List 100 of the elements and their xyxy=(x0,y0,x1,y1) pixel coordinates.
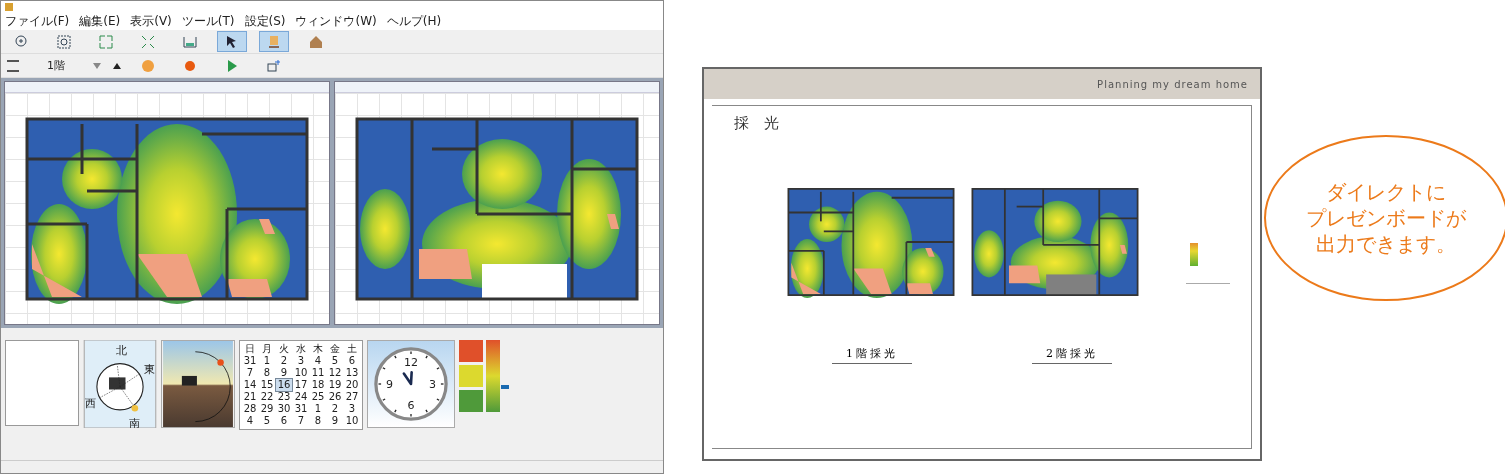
app-icon xyxy=(5,3,13,11)
calendar-day[interactable]: 7 xyxy=(293,415,309,427)
calendar-day[interactable]: 12 xyxy=(327,367,343,379)
calendar-day[interactable]: 6 xyxy=(344,355,360,367)
calendar-day[interactable]: 2 xyxy=(276,355,292,367)
direction-label: 北 xyxy=(116,344,128,358)
menu-icon[interactable] xyxy=(7,59,19,72)
calendar-day[interactable]: 8 xyxy=(259,367,275,379)
calendar-day[interactable]: 1 xyxy=(259,355,275,367)
menu-item[interactable]: ファイル(F) xyxy=(5,13,70,30)
weekday-label: 火 xyxy=(278,343,290,355)
weekday-label: 日 xyxy=(244,343,256,355)
down-caret-icon[interactable] xyxy=(93,62,101,69)
direction-label: 東 xyxy=(143,363,155,376)
calendar-day[interactable]: 18 xyxy=(310,379,326,391)
shrink-view-icon xyxy=(140,33,156,50)
calendar-day[interactable]: 21 xyxy=(242,391,258,403)
calendar-day[interactable]: 6 xyxy=(276,415,292,427)
weekday-label: 金 xyxy=(329,343,341,355)
calendar-day[interactable]: 8 xyxy=(310,415,326,427)
sunlight-patch xyxy=(925,247,935,257)
board-heading: 採 光 xyxy=(733,113,780,133)
lamp-icon xyxy=(266,33,282,50)
export-icon xyxy=(266,57,282,74)
calendar-day[interactable]: 24 xyxy=(293,391,309,403)
calendar-day[interactable]: 31 xyxy=(242,355,258,367)
calendar-day[interactable]: 4 xyxy=(242,415,258,427)
light-glow xyxy=(1034,200,1082,242)
plan-caption: 2階採光 xyxy=(1032,346,1112,364)
zoom-in-icon xyxy=(14,33,30,50)
fit-view-icon xyxy=(98,33,114,50)
sunlight-patch xyxy=(227,278,272,297)
sunlight-patch xyxy=(853,268,892,294)
calendar-day[interactable]: 13 xyxy=(344,367,360,379)
calendar-day[interactable]: 3 xyxy=(293,355,309,367)
calendar-day[interactable]: 27 xyxy=(344,391,360,403)
sunlight-patch xyxy=(791,262,821,294)
calendar-day[interactable]: 9 xyxy=(327,415,343,427)
ball-icon xyxy=(140,57,156,74)
clock-number: 9 xyxy=(386,377,394,391)
board-tagline: Planning my dream home xyxy=(1097,78,1248,90)
calendar-day[interactable]: 5 xyxy=(259,415,275,427)
menu-item[interactable]: ツール(T) xyxy=(181,13,235,30)
clock-number: 12 xyxy=(404,356,418,370)
void-area xyxy=(1046,274,1097,296)
up-caret-icon[interactable] xyxy=(113,62,121,69)
direction-label: 西 xyxy=(85,397,97,411)
direction-label: 南 xyxy=(129,416,141,428)
menu-item[interactable]: 表示(V) xyxy=(130,13,172,30)
calendar-day[interactable]: 4 xyxy=(310,355,326,367)
calendar-day[interactable]: 10 xyxy=(344,415,360,427)
calendar[interactable]: 日 月 火 水 木 金 土 31 1 2 3 4 5 6 7 8 9 10 11 12 13 14 15 16 17 18 19 20 21 22 23 24 25 26 27 28 29 30 31 1 2 3 4 5 6 7 8 9 10 xyxy=(239,340,363,430)
calendar-day[interactable]: 9 xyxy=(276,367,292,379)
callout-text: プレゼンボードが xyxy=(1306,205,1466,231)
weekday-label: 月 xyxy=(261,343,273,355)
callout-text: ダイレクトに xyxy=(1326,179,1446,205)
sunlight-patch xyxy=(1119,244,1127,254)
weekday-label: 土 xyxy=(346,343,358,355)
clock-number: 3 xyxy=(428,377,436,391)
calendar-day[interactable]: 23 xyxy=(276,391,292,403)
callout-text: 出力できます。 xyxy=(1316,231,1456,257)
calendar-day[interactable]: 28 xyxy=(242,403,258,415)
calendar-day[interactable]: 30 xyxy=(276,403,292,415)
calendar-day[interactable]: 15 xyxy=(259,379,275,391)
house-icon xyxy=(308,33,324,50)
light-glow xyxy=(1090,212,1129,278)
calendar-day[interactable]: 17 xyxy=(293,379,309,391)
calendar-day[interactable]: 19 xyxy=(327,379,343,391)
sunlight-patch xyxy=(137,253,202,297)
sunlight-patch xyxy=(906,283,933,294)
calendar-day[interactable]: 20 xyxy=(344,379,360,391)
calendar-day[interactable]: 10 xyxy=(293,367,309,379)
calendar-day[interactable]: 3 xyxy=(344,403,360,415)
menu-item[interactable]: ヘルプ(H) xyxy=(386,13,442,30)
menu-item[interactable]: ウィンドウ(W) xyxy=(295,13,377,30)
calendar-day[interactable]: 2 xyxy=(327,403,343,415)
light-glow xyxy=(974,230,1004,278)
calendar-day[interactable]: 5 xyxy=(327,355,343,367)
calendar-day[interactable]: 25 xyxy=(310,391,326,403)
calendar-day[interactable]: 22 xyxy=(259,391,275,403)
weekday-label: 木 xyxy=(312,343,324,355)
zoom-area-icon xyxy=(56,33,72,50)
clock-number: 6 xyxy=(407,399,415,413)
plan-caption: 1階採光 xyxy=(832,346,912,364)
calendar-day[interactable]: 31 xyxy=(293,403,309,415)
calendar-day[interactable]: 1 xyxy=(310,403,326,415)
calendar-day[interactable]: 7 xyxy=(242,367,258,379)
calendar-day[interactable]: 11 xyxy=(310,367,326,379)
weekday-label: 水 xyxy=(295,343,307,355)
sunlight-patch xyxy=(607,213,619,229)
calendar-day[interactable]: 26 xyxy=(327,391,343,403)
calendar-day[interactable]: 16 xyxy=(276,379,292,391)
calendar-day[interactable]: 14 xyxy=(242,379,258,391)
toolbar-button[interactable] xyxy=(217,31,247,52)
sunlight-patch xyxy=(259,218,275,234)
floor-dropdown[interactable]: 1階 xyxy=(31,58,81,73)
calendar-day[interactable]: 29 xyxy=(259,403,275,415)
menu-item[interactable]: 設定(S) xyxy=(244,13,286,30)
menu-item[interactable]: 編集(E) xyxy=(79,13,121,30)
sunlight-patch xyxy=(32,243,82,297)
